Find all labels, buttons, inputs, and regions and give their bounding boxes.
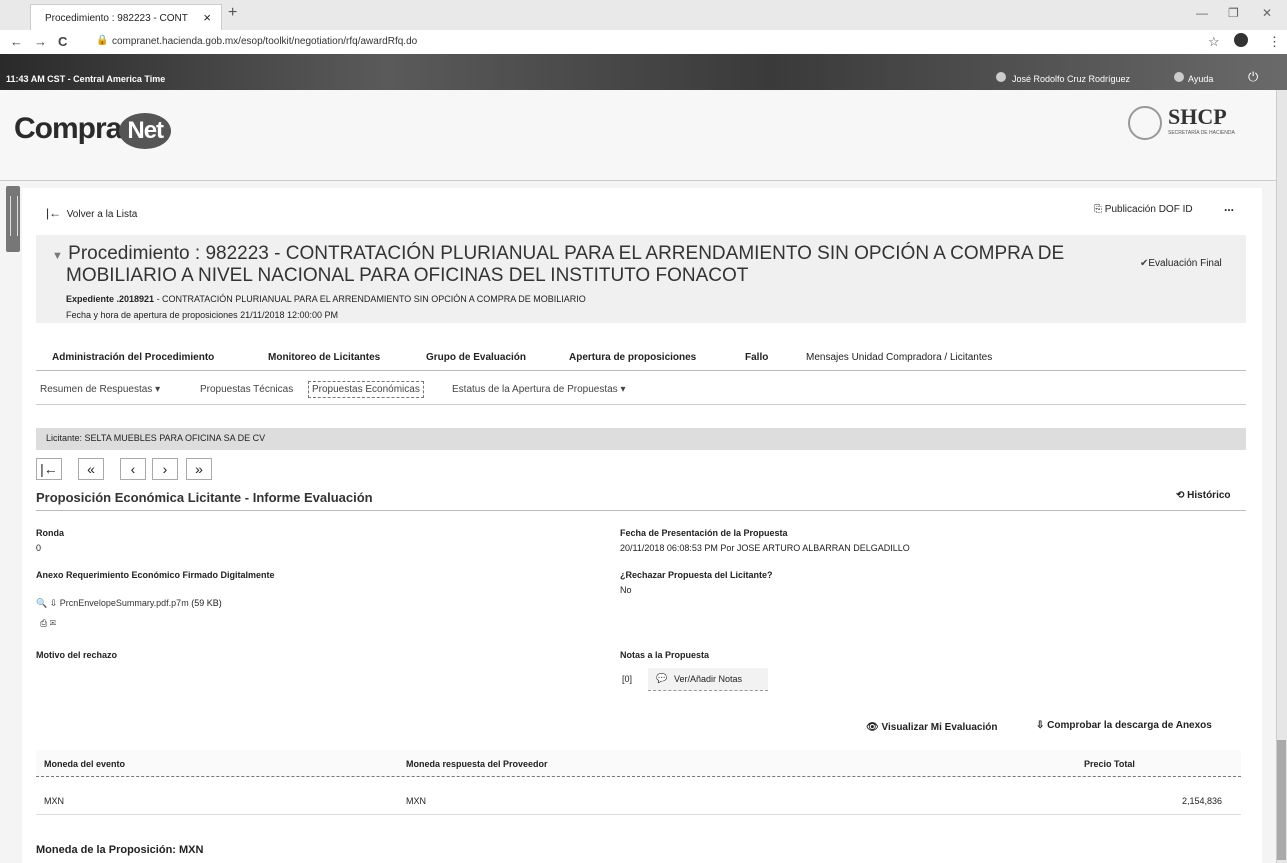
- pager-last-button[interactable]: »: [186, 458, 212, 480]
- compranet-logo: Compra Net: [14, 112, 172, 149]
- fecha-presentacion-value: 20/11/2018 06:08:53 PM Por JOSE ARTURO A…: [620, 543, 910, 553]
- pager-prev-page-button[interactable]: «: [78, 458, 104, 480]
- anexo-file-link[interactable]: PrcnEnvelopeSummary.pdf.p7m: [60, 598, 189, 608]
- col-moneda-proveedor: Moneda respuesta del Proveedor: [406, 759, 548, 769]
- visualizar-evaluacion-button[interactable]: 👁 Visualizar Mi Evaluación: [866, 722, 997, 733]
- dropdown-icon: ▾: [155, 384, 161, 395]
- anexo-label: Anexo Requerimiento Económico Firmado Di…: [36, 570, 275, 580]
- publicacion-dof-link[interactable]: ⎘ Publicación DOF ID: [1094, 204, 1193, 215]
- col-moneda-evento: Moneda del evento: [44, 759, 126, 769]
- section-divider: [36, 510, 1246, 511]
- side-panel-handle[interactable]: [6, 186, 20, 252]
- cell-precio-total: 2,154,836: [1182, 796, 1223, 806]
- tab-fallo[interactable]: Fallo: [745, 352, 768, 363]
- top-strip: 11:43 AM CST - Central America Time José…: [0, 54, 1287, 90]
- download-check-icon: ⇩: [1036, 720, 1045, 731]
- back-icon[interactable]: ←: [10, 34, 23, 49]
- cell-moneda-proveedor: MXN: [406, 796, 426, 806]
- url-field[interactable]: compranet.hacienda.gob.mx/esop/toolkit/n…: [112, 36, 417, 47]
- licitante-name: Licitante: SELTA MUEBLES PARA OFICINA SA…: [46, 433, 266, 443]
- comment-icon: 💬: [656, 673, 668, 683]
- lock-icon: 🔒: [96, 35, 109, 46]
- ver-notas-button[interactable]: 💬 Ver/Añadir Notas: [648, 668, 768, 691]
- file-download-icon[interactable]: ⇩: [50, 598, 58, 608]
- minimize-icon[interactable]: —: [1196, 6, 1208, 20]
- section-title: Proposición Económica Licitante - Inform…: [36, 490, 373, 505]
- link-icon: ⎘: [1094, 204, 1102, 215]
- file-search-icon[interactable]: 🔍: [36, 598, 47, 608]
- anexo-file-size: (59 KB): [191, 598, 222, 608]
- moneda-proposicion: Moneda de la Proposición: MXN: [36, 844, 204, 856]
- reload-icon[interactable]: C: [58, 34, 67, 49]
- expediente: Expediente .2018921 - CONTRATACIÓN PLURI…: [66, 294, 586, 304]
- motivo-label: Motivo del rechazo: [36, 650, 118, 660]
- historico-link[interactable]: ⟲ Histórico: [1176, 490, 1231, 501]
- notas-label: Notas a la Propuesta: [620, 650, 710, 660]
- currency-table-header: Moneda del evento Moneda respuesta del P…: [36, 750, 1241, 777]
- tab-monitoreo[interactable]: Monitoreo de Licitantes: [268, 352, 380, 363]
- subtab-tecnicas[interactable]: Propuestas Técnicas: [200, 384, 293, 395]
- bookmark-star-icon[interactable]: ☆: [1208, 34, 1220, 50]
- tabs-divider: [36, 370, 1246, 371]
- table-row: MXN MXN 2,154,836: [36, 786, 1241, 815]
- comprobar-descarga-button[interactable]: ⇩ Comprobar la descarga de Anexos: [1036, 720, 1212, 731]
- fecha-presentacion-label: Fecha de Presentación de la Propuesta: [620, 528, 788, 538]
- new-tab-icon[interactable]: +: [228, 4, 237, 22]
- col-precio-total: Precio Total: [1084, 759, 1135, 769]
- ronda-value: 0: [36, 543, 42, 553]
- scrollbar-thumb[interactable]: [1277, 740, 1286, 860]
- certificate-icon[interactable]: ⎙ ✉: [40, 618, 56, 629]
- ronda-label: Ronda: [36, 528, 64, 538]
- tab-close-icon[interactable]: ×: [203, 10, 211, 25]
- procedure-title[interactable]: ▼ Procedimiento : 982223 - CONTRATACIÓN …: [52, 243, 1064, 265]
- licitante-bar: Licitante: SELTA MUEBLES PARA OFICINA SA…: [36, 428, 1246, 450]
- rechazar-value: No: [620, 585, 632, 595]
- notas-count: [0]: [622, 674, 633, 684]
- user-name[interactable]: José Rodolfo Cruz Rodríguez: [1012, 74, 1130, 84]
- subtabs-divider: [36, 404, 1246, 405]
- subtab-resumen[interactable]: Resumen de Respuestas ▾: [40, 384, 160, 395]
- close-window-icon[interactable]: ✕: [1262, 6, 1272, 20]
- history-icon: ⟲: [1176, 490, 1185, 501]
- seal-icon: [1128, 106, 1162, 140]
- dropdown-icon: ▾: [620, 384, 626, 395]
- tab-grupo-evaluacion[interactable]: Grupo de Evaluación: [426, 352, 526, 363]
- pager-next-button[interactable]: ›: [152, 458, 178, 480]
- status-evaluacion-final: ✔Evaluación Final: [1140, 258, 1222, 269]
- browser-menu-icon[interactable]: ⋮: [1268, 34, 1281, 50]
- restore-icon[interactable]: ❐: [1228, 6, 1239, 20]
- tab-mensajes[interactable]: Mensajes Unidad Compradora / Licitantes: [806, 352, 992, 363]
- user-icon: [996, 72, 1006, 82]
- shcp-logo: SHCP SECRETARÍA DE HACIENDA: [1128, 104, 1268, 152]
- forward-icon[interactable]: →: [34, 34, 47, 49]
- rechazar-label: ¿Rechazar Propuesta del Licitante?: [620, 570, 773, 580]
- browser-tab[interactable]: Procedimiento : 982223 - CONT ×: [30, 4, 222, 30]
- tab-administracion[interactable]: Administración del Procedimiento: [52, 352, 214, 363]
- back-to-list-link[interactable]: |← Volver a la Lista: [46, 206, 137, 220]
- tab-title: Procedimiento : 982223 - CONT: [45, 13, 188, 24]
- help-menu[interactable]: Ayuda: [1188, 74, 1213, 84]
- subtab-economicas[interactable]: Propuestas Económicas: [308, 381, 424, 398]
- more-options-icon[interactable]: ...: [1224, 200, 1234, 214]
- back-arrow-icon: |←: [46, 206, 62, 220]
- procedure-title-line2: MOBILIARIO A NIVEL NACIONAL PARA OFICINA…: [66, 265, 749, 286]
- cell-moneda-evento: MXN: [44, 796, 64, 806]
- anexo-file-row: 🔍 ⇩ PrcnEnvelopeSummary.pdf.p7m (59 KB): [36, 598, 222, 609]
- current-time: 11:43 AM CST - Central America Time: [6, 74, 166, 84]
- site-header: Compra Net SHCP SECRETARÍA DE HACIENDA: [0, 90, 1287, 181]
- collapse-triangle-icon[interactable]: ▼: [52, 250, 63, 262]
- eye-icon: 👁: [866, 722, 879, 733]
- pager-first-button[interactable]: |←: [36, 458, 62, 480]
- fecha-apertura: Fecha y hora de apertura de proposicione…: [66, 310, 339, 320]
- tab-apertura[interactable]: Apertura de proposiciones: [569, 352, 696, 363]
- subtab-estatus[interactable]: Estatus de la Apertura de Propuestas ▾: [452, 384, 625, 395]
- address-bar: ← → C 🔒 compranet.hacienda.gob.mx/esop/t…: [0, 30, 1287, 55]
- help-icon: [1174, 72, 1184, 82]
- power-icon[interactable]: ⏻: [1248, 69, 1258, 85]
- profile-icon[interactable]: [1234, 33, 1248, 47]
- pager-prev-button[interactable]: ‹: [120, 458, 146, 480]
